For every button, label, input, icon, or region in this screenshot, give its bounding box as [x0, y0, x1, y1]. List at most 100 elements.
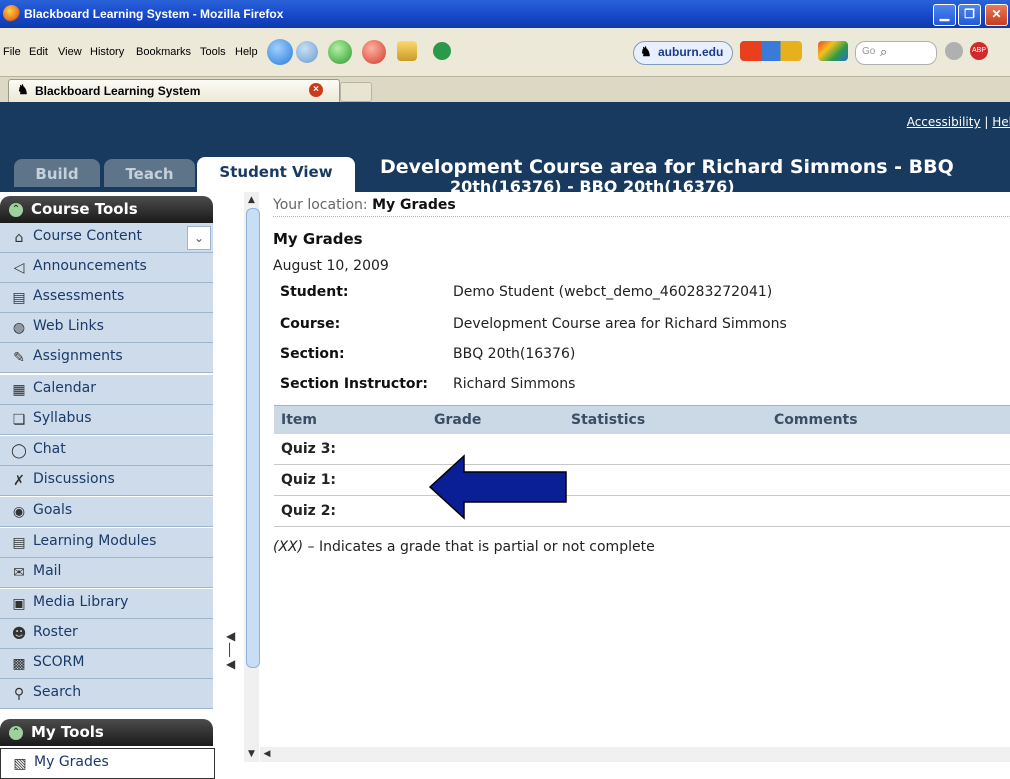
maximize-button[interactable]: ❐: [958, 4, 981, 26]
menu-history[interactable]: History: [90, 46, 124, 58]
scrollbar-thumb[interactable]: [246, 208, 260, 668]
close-window-button[interactable]: ✕: [985, 4, 1008, 26]
document-icon: ▤: [12, 535, 26, 551]
sidebar-item-course-content[interactable]: ⌂ Course Content ⌄: [0, 223, 213, 253]
col-grade: Grade: [434, 405, 571, 434]
table-header-row: Item Grade Statistics Comments: [274, 405, 1010, 434]
browser-tab-blackboard[interactable]: ♞ Blackboard Learning System ×: [8, 79, 340, 102]
tab-close-icon[interactable]: ×: [309, 83, 323, 97]
url-text: auburn.edu: [658, 45, 724, 59]
page-date: August 10, 2009: [273, 258, 389, 274]
collapse-section-icon[interactable]: ⌃: [9, 726, 23, 740]
sidebar-item-my-grades[interactable]: ▧ My Grades: [0, 748, 215, 779]
pencil-paper-icon: ✎: [13, 350, 25, 366]
course-tools-header[interactable]: ⌃ Course Tools: [0, 196, 213, 223]
tab-title: Blackboard Learning System: [35, 84, 201, 98]
url-bar[interactable]: ♞ auburn.edu: [633, 41, 733, 65]
sidebar-item-media-library[interactable]: ▣ Media Library: [0, 589, 213, 619]
help-link[interactable]: Hel: [992, 115, 1010, 129]
back-icon[interactable]: [267, 39, 293, 65]
grade-item-quiz-1[interactable]: Quiz 1:: [274, 464, 434, 496]
sidebar-item-discussions[interactable]: ✗ Discussions: [0, 466, 213, 496]
tab-favicon-icon: ♞: [17, 82, 29, 97]
settings-icon[interactable]: [945, 42, 963, 60]
menu-help[interactable]: Help: [235, 46, 258, 58]
accessibility-link[interactable]: Accessibility: [907, 115, 981, 129]
new-tab-button[interactable]: [340, 82, 372, 102]
home-icon[interactable]: [397, 41, 417, 61]
sidebar-item-label: Media Library: [33, 594, 129, 610]
forward-icon[interactable]: [296, 41, 318, 63]
sidebar-item-label: Calendar: [33, 380, 96, 396]
sidebar-item-label: Assessments: [33, 288, 125, 304]
sidebar-collapse-handle[interactable]: ◀ │ ◀: [226, 629, 236, 689]
content-horizontal-scrollbar[interactable]: ◀: [260, 747, 1010, 762]
calendar-icon: ▦: [12, 382, 26, 398]
link-separator: |: [984, 115, 989, 129]
menu-bar: File Edit View History Bookmarks Tools H…: [0, 28, 1010, 77]
collapse-section-icon[interactable]: ⌃: [9, 203, 23, 217]
annotation-arrow-icon: [428, 454, 567, 520]
course-title-line2: 20th(16376) - BBQ 20th(16376): [450, 180, 735, 192]
sidebar-item-goals[interactable]: ◉ Goals: [0, 497, 213, 527]
col-item: Item: [274, 405, 434, 434]
scroll-left-arrow-icon[interactable]: ◀: [260, 747, 274, 762]
scroll-up-arrow-icon[interactable]: ▲: [244, 192, 259, 208]
tab-build[interactable]: Build: [14, 159, 100, 187]
sidebar-item-scorm[interactable]: ▩ SCORM: [0, 649, 213, 679]
sidebar-item-announcements[interactable]: ◁ Announcements: [0, 253, 213, 283]
sidebar: ⌃ Course Tools ⌂ Course Content ⌄ ◁ Anno…: [0, 192, 244, 779]
sidebar-item-calendar[interactable]: ▦ Calendar: [0, 375, 213, 405]
addon-icons[interactable]: [740, 41, 802, 61]
sidebar-item-label: Web Links: [33, 318, 104, 334]
globe-icon: ◍: [12, 320, 26, 336]
sidebar-item-syllabus[interactable]: ❏ Syllabus: [0, 405, 213, 435]
sidebar-item-roster[interactable]: ☻ Roster: [0, 619, 213, 649]
sidebar-item-label: Discussions: [33, 471, 115, 487]
my-tools-header[interactable]: ⌃ My Tools: [0, 719, 213, 746]
statistics-cell: [571, 495, 774, 527]
sidebar-item-label: Assignments: [33, 348, 123, 364]
sidebar-item-search[interactable]: ⚲ Search: [0, 679, 213, 709]
stop-icon[interactable]: [362, 40, 386, 64]
col-statistics: Statistics: [571, 405, 774, 434]
google-icon[interactable]: [818, 41, 848, 61]
su-icon[interactable]: [433, 42, 451, 60]
sidebar-item-label: Syllabus: [33, 410, 92, 426]
note-xx: (XX): [273, 539, 304, 555]
menu-tools[interactable]: Tools: [200, 46, 226, 58]
menu-view[interactable]: View: [58, 46, 82, 58]
site-favicon-icon: ♞: [640, 44, 652, 59]
main-content: Your location: My Grades My Grades Augus…: [260, 192, 1010, 762]
reload-icon[interactable]: [328, 40, 352, 64]
menu-edit[interactable]: Edit: [29, 46, 48, 58]
scroll-down-arrow-icon[interactable]: ▼: [244, 746, 259, 762]
course-tools-title: Course Tools: [31, 200, 138, 218]
sidebar-item-learning-modules[interactable]: ▤ Learning Modules: [0, 528, 213, 558]
chat-bubble-icon: ◯: [11, 443, 27, 459]
section-value: BBQ 20th(16376): [453, 346, 576, 362]
breadcrumb-current: My Grades: [372, 197, 456, 213]
my-tools-title: My Tools: [31, 723, 104, 741]
grade-item-quiz-3[interactable]: Quiz 3:: [274, 434, 434, 465]
sidebar-item-web-links[interactable]: ◍ Web Links: [0, 313, 213, 343]
minimize-button[interactable]: ▁: [933, 4, 956, 26]
adblock-icon[interactable]: ABP: [970, 42, 988, 60]
menu-file[interactable]: File: [3, 46, 21, 58]
sidebar-item-assignments[interactable]: ✎ Assignments: [0, 343, 213, 373]
grade-item-quiz-2[interactable]: Quiz 2:: [274, 495, 434, 527]
menu-bookmarks[interactable]: Bookmarks: [136, 46, 191, 58]
tab-teach[interactable]: Teach: [104, 159, 195, 187]
comments-cell: [774, 434, 1010, 465]
sidebar-item-chat[interactable]: ◯ Chat: [0, 436, 213, 466]
sidebar-scrollbar[interactable]: ▲ ▼: [244, 192, 260, 762]
sidebar-item-assessments[interactable]: ▤ Assessments: [0, 283, 213, 313]
search-icon: ⌕: [880, 44, 888, 59]
pin-icon: ✗: [13, 473, 25, 489]
course-label: Course:: [280, 316, 341, 332]
syllabus-icon: ❏: [12, 412, 26, 428]
chevron-down-icon[interactable]: ⌄: [187, 226, 211, 250]
tab-student-view[interactable]: Student View: [197, 157, 355, 192]
sidebar-item-mail[interactable]: ✉ Mail: [0, 558, 213, 588]
search-box[interactable]: Go ⌕: [855, 41, 937, 65]
